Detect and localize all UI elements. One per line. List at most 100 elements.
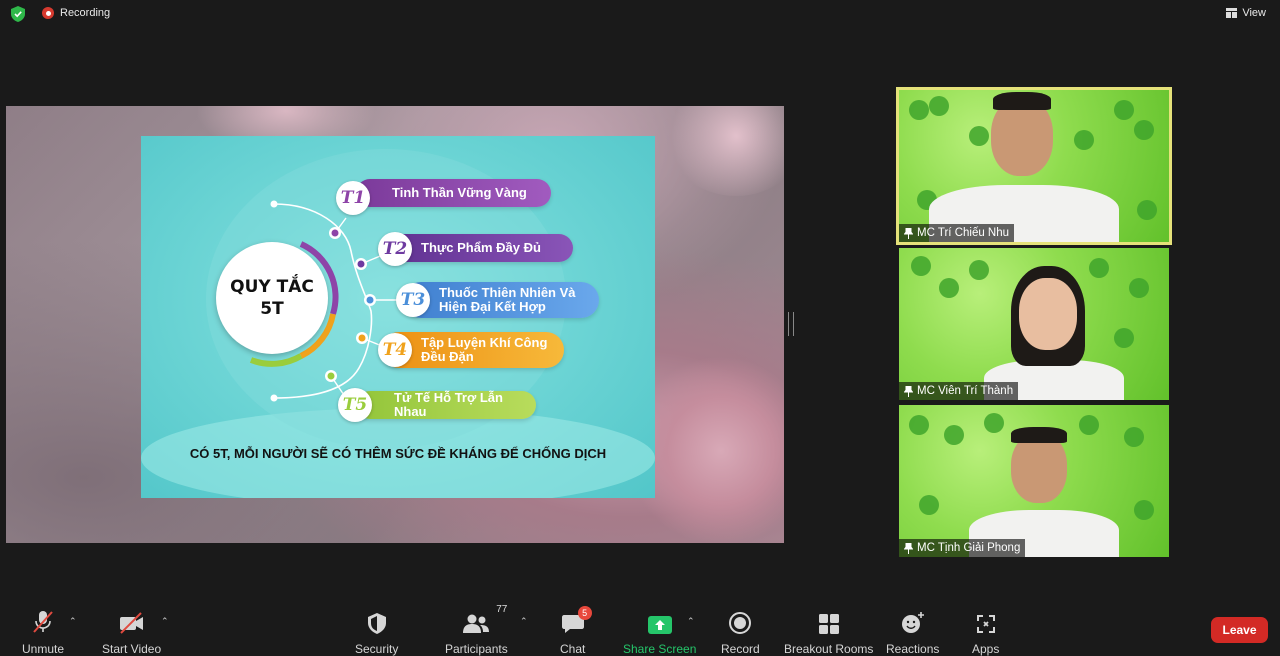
participant-name-bar: MC Trí Chiếu Nhu (899, 224, 1015, 242)
rule-item-t5: Tử Tế Hỗ Trợ Lẫn Nhau (356, 391, 536, 419)
rule-title-line2: 5T (260, 299, 284, 319)
participant-name: MC Trí Chiếu Nhu (917, 227, 1010, 239)
top-bar: Recording View (0, 0, 1280, 28)
participants-options-caret[interactable]: ⌃ (520, 616, 528, 627)
reactions-label: Reactions (886, 642, 940, 656)
recording-indicator[interactable]: Recording (42, 7, 110, 19)
meeting-toolbar: Unmute ⌃ Start Video ⌃ Security 77 Parti… (0, 600, 1280, 656)
clover-decor (1089, 258, 1109, 278)
grid-view-icon (1226, 8, 1238, 18)
participant-hair (993, 92, 1051, 110)
chat-unread-badge: 5 (577, 606, 592, 620)
rule-tag-t5: T5 (338, 388, 372, 422)
clover-decor (969, 126, 989, 146)
participant-face (1011, 433, 1067, 503)
rule-tag-t3: T3 (396, 283, 430, 317)
rule-item-label-line2: Đều Đặn (421, 349, 474, 364)
participants-button[interactable]: 77 Participants (445, 604, 508, 656)
clover-decor (939, 278, 959, 298)
recording-dot-icon (42, 7, 54, 19)
clover-decor (1114, 100, 1134, 120)
microphone-muted-icon (33, 611, 53, 633)
reactions-button[interactable]: Reactions (886, 610, 939, 656)
rule-tag-t1: T1 (336, 181, 370, 215)
chat-button[interactable]: 5 Chat (560, 606, 592, 656)
clover-decor (1134, 120, 1154, 140)
rule-item-label-line1: Tập Luyện Khí Công (421, 335, 548, 350)
clover-decor (1129, 278, 1149, 298)
participant-name-bar: MC Tịnh Giải Phong (899, 539, 1026, 557)
rule-item-label-line2: Hiện Đại Kết Hợp (439, 299, 546, 314)
participant-tile[interactable]: MC Trí Chiếu Nhu (896, 87, 1172, 245)
pin-icon (904, 385, 913, 397)
breakout-rooms-button[interactable]: Breakout Rooms (784, 610, 873, 656)
view-label: View (1242, 7, 1266, 19)
share-screen-button[interactable]: Share Screen (623, 610, 696, 656)
encryption-shield-icon[interactable] (11, 6, 25, 22)
breakout-rooms-label: Breakout Rooms (784, 642, 874, 656)
pin-icon (904, 227, 913, 239)
security-shield-icon (367, 613, 386, 634)
security-button[interactable]: Security (355, 610, 398, 656)
rule-tag-t2: T2 (378, 232, 412, 266)
record-button[interactable]: Record (721, 610, 760, 656)
rule-title-line1: QUY TẮC (230, 277, 314, 297)
participant-tile[interactable]: MC Tịnh Giải Phong (899, 405, 1169, 557)
leave-button[interactable]: Leave (1211, 617, 1268, 643)
clover-decor (1114, 328, 1134, 348)
clover-decor (984, 413, 1004, 433)
rule-title-circle: QUY TẮC 5T (216, 242, 328, 354)
participant-name-bar: MC Viên Trí Thành (899, 382, 1019, 400)
video-options-caret[interactable]: ⌃ (161, 616, 169, 627)
rule-tag-t4: T4 (378, 333, 412, 367)
clover-decor (1079, 415, 1099, 435)
participants-label: Participants (445, 642, 508, 656)
start-video-label: Start Video (102, 642, 162, 656)
apps-button[interactable]: Apps (972, 610, 999, 656)
view-button[interactable]: View (1226, 7, 1266, 19)
pin-icon (904, 542, 913, 554)
participant-tile[interactable]: MC Viên Trí Thành (899, 248, 1169, 400)
presentation-slide: QUY TẮC 5T Tinh Thần Vững Vàng T1 Thực P… (141, 136, 655, 498)
participant-name: MC Viên Trí Thành (917, 385, 1014, 397)
participant-hair (1011, 427, 1067, 443)
start-video-button[interactable]: Start Video (102, 610, 161, 656)
record-label: Record (721, 642, 760, 656)
breakout-rooms-icon (818, 614, 839, 634)
clover-decor (1074, 130, 1094, 150)
audio-options-caret[interactable]: ⌃ (69, 616, 77, 627)
recording-label: Recording (60, 7, 111, 19)
clover-decor (909, 100, 929, 120)
panel-resize-handle[interactable] (788, 312, 794, 336)
unmute-button[interactable]: Unmute (22, 610, 64, 656)
rule-item-label: Tinh Thần Vững Vàng (392, 185, 527, 200)
unmute-label: Unmute (22, 642, 65, 656)
clover-decor (909, 415, 929, 435)
rule-item-label: Thực Phẩm Đầy Đủ (421, 240, 541, 255)
rule-item-t3: Thuốc Thiên Nhiên Và Hiện Đại Kết Hợp (403, 282, 599, 318)
share-options-caret[interactable]: ⌃ (687, 616, 695, 627)
slide-caption: CÓ 5T, MỖI NGƯỜI SẼ CÓ THÊM SỨC ĐỀ KHÁNG… (189, 446, 607, 461)
clover-decor (944, 425, 964, 445)
rule-item-label: Thuốc Thiên Nhiên Và Hiện Đại Kết Hợp (439, 286, 576, 314)
rule-item-label: Tập Luyện Khí Công Đều Đặn (421, 336, 547, 364)
video-camera-off-icon (119, 612, 143, 634)
background-flower (666, 106, 784, 196)
participants-icon (463, 614, 490, 633)
rule-item-t1: Tinh Thần Vững Vàng (356, 179, 551, 207)
chat-label: Chat (560, 642, 586, 656)
shared-screen: QUY TẮC 5T Tinh Thần Vững Vàng T1 Thực P… (6, 106, 784, 543)
clover-decor (919, 495, 939, 515)
reactions-smiley-icon (901, 612, 924, 633)
participants-count: 77 (496, 604, 508, 615)
participant-name: MC Tịnh Giải Phong (917, 542, 1021, 554)
clover-decor (1124, 427, 1144, 447)
apps-icon (976, 615, 995, 633)
rule-item-label-line1: Thuốc Thiên Nhiên Và (439, 285, 576, 300)
rule-item-label: Tử Tế Hỗ Trợ Lẫn Nhau (394, 390, 503, 419)
share-screen-arrow-icon (647, 616, 672, 634)
clover-decor (929, 96, 949, 116)
apps-label: Apps (972, 642, 1000, 656)
share-screen-label: Share Screen (623, 642, 697, 656)
clover-decor (969, 260, 989, 280)
